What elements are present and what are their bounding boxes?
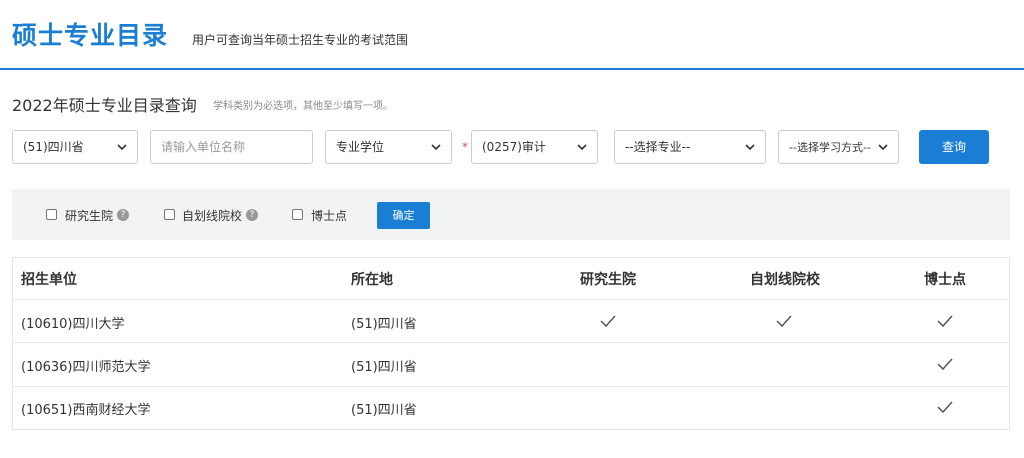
page-title: 硕士专业目录 bbox=[12, 21, 169, 50]
chevron-down-icon bbox=[745, 144, 755, 151]
query-title: 2022年硕士专业目录查询 bbox=[12, 96, 197, 115]
query-button[interactable]: 查询 bbox=[919, 130, 989, 164]
table-row-unit[interactable]: (10610)四川大学 bbox=[21, 313, 125, 332]
subject-select-value: (0257)审计 bbox=[482, 140, 546, 154]
study-mode-value: --选择学习方式-- bbox=[789, 141, 871, 154]
help-icon[interactable]: ? bbox=[246, 209, 258, 221]
grad-school-checkbox[interactable] bbox=[46, 209, 57, 220]
unit-name-input[interactable]: 请输入单位名称 bbox=[150, 130, 313, 164]
page-header: 硕士专业目录 用户可查询当年硕士招生专业的考试范围 bbox=[0, 0, 1024, 70]
table-row-location: (51)四川省 bbox=[351, 317, 417, 332]
chevron-down-icon bbox=[117, 144, 127, 151]
row-divider bbox=[13, 386, 1009, 387]
page-subtitle: 用户可查询当年硕士招生专业的考试范围 bbox=[192, 33, 409, 47]
row-divider bbox=[13, 299, 1009, 300]
help-icon[interactable]: ? bbox=[117, 209, 129, 221]
self-line-label: 自划线院校 bbox=[182, 209, 243, 223]
check-icon bbox=[600, 315, 616, 327]
table-row-location: (51)四川省 bbox=[351, 403, 417, 418]
col-header-doctoral: 博士点 bbox=[924, 272, 966, 288]
major-select[interactable]: --选择专业-- bbox=[614, 130, 766, 164]
chevron-down-icon bbox=[878, 144, 888, 151]
col-header-grad-school: 研究生院 bbox=[580, 272, 636, 288]
self-line-checkbox[interactable] bbox=[164, 209, 175, 220]
degree-type-value: 专业学位 bbox=[336, 140, 385, 154]
required-mark: * bbox=[462, 140, 468, 154]
col-header-self-line: 自划线院校 bbox=[750, 272, 820, 288]
province-select-value: (51)四川省 bbox=[23, 140, 84, 154]
col-header-unit: 招生单位 bbox=[21, 272, 77, 288]
check-icon bbox=[937, 315, 953, 327]
check-icon bbox=[937, 401, 953, 413]
province-select[interactable]: (51)四川省 bbox=[12, 130, 138, 164]
doctoral-checkbox[interactable] bbox=[292, 209, 303, 220]
unit-name-placeholder: 请输入单位名称 bbox=[161, 140, 246, 154]
study-mode-select[interactable]: --选择学习方式-- bbox=[778, 130, 899, 164]
subject-select[interactable]: (0257)审计 bbox=[471, 130, 598, 164]
degree-type-select[interactable]: 专业学位 bbox=[325, 130, 452, 164]
check-icon bbox=[937, 358, 953, 370]
chevron-down-icon bbox=[577, 144, 587, 151]
chevron-down-icon bbox=[431, 144, 441, 151]
table-row-unit[interactable]: (10636)四川师范大学 bbox=[21, 356, 151, 375]
check-icon bbox=[776, 315, 792, 327]
table-row-location: (51)四川省 bbox=[351, 360, 417, 375]
query-hint: 学科类别为必选项，其他至少填写一项。 bbox=[213, 101, 393, 112]
grad-school-label: 研究生院 bbox=[65, 209, 114, 223]
major-select-value: --选择专业-- bbox=[625, 140, 691, 154]
filter-panel bbox=[12, 189, 1010, 240]
row-divider bbox=[13, 342, 1009, 343]
col-header-location: 所在地 bbox=[351, 272, 393, 288]
confirm-button[interactable]: 确定 bbox=[377, 202, 430, 229]
table-row-unit[interactable]: (10651)西南财经大学 bbox=[21, 399, 151, 418]
doctoral-label: 博士点 bbox=[311, 209, 348, 223]
results-table bbox=[12, 257, 1010, 430]
